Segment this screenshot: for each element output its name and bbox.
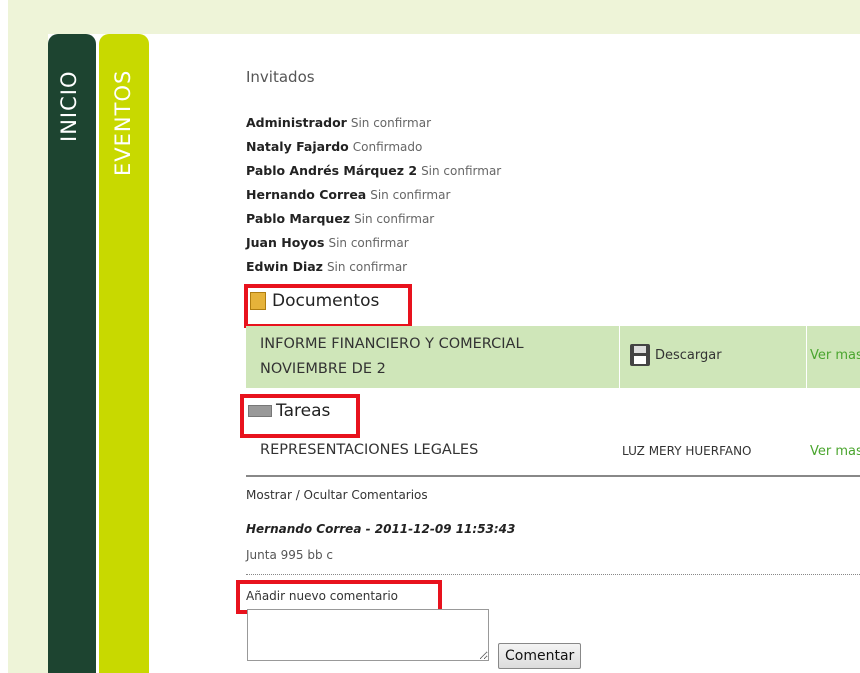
documents-heading: Documentos — [250, 291, 379, 311]
tasks-heading: Tareas — [248, 401, 330, 421]
tab-inicio-label[interactable]: INICIO — [57, 71, 81, 142]
document-title: INFORME FINANCIERO Y COMERCIAL NOVIEMBRE… — [260, 332, 610, 382]
tasks-heading-label: Tareas — [276, 401, 331, 421]
guest-item: Pablo Andrés Márquez 2 Sin confirmar — [246, 163, 501, 187]
task-title: REPRESENTACIONES LEGALES — [260, 442, 479, 458]
guest-item: Nataly Fajardo Confirmado — [246, 139, 501, 163]
guest-name: Administrador — [246, 115, 347, 130]
documents-heading-label: Documentos — [272, 291, 380, 311]
guest-status: Sin confirmar — [328, 236, 409, 250]
comment-author-date: Hernando Correa - 2011-12-09 11:53:43 — [246, 522, 516, 536]
guest-item: Pablo Marquez Sin confirmar — [246, 211, 501, 235]
guest-item: Juan Hoyos Sin confirmar — [246, 235, 501, 259]
folder-icon — [250, 292, 266, 310]
guest-status: Confirmado — [352, 140, 423, 154]
guest-name: Hernando Correa — [246, 187, 367, 202]
guest-name: Edwin Diaz — [246, 259, 323, 274]
guest-item: Hernando Correa Sin confirmar — [246, 187, 501, 211]
comment-textarea[interactable] — [247, 609, 489, 661]
guest-item: Administrador Sin confirmar — [246, 115, 501, 139]
document-more-link[interactable]: Ver mas — [810, 348, 860, 363]
guest-item: Edwin Diaz Sin confirmar — [246, 259, 501, 283]
guest-status: Sin confirmar — [354, 212, 435, 226]
comment-text: Junta 995 bb c — [246, 548, 333, 562]
guest-status: Sin confirmar — [326, 260, 408, 274]
task-icon — [248, 405, 272, 417]
guest-name: Juan Hoyos — [246, 235, 325, 250]
toggle-comments-link[interactable]: Mostrar / Ocultar Comentarios — [246, 488, 428, 502]
save-disk-icon — [630, 344, 650, 366]
task-more-link[interactable]: Ver mas — [810, 444, 860, 459]
document-title-line1: INFORME FINANCIERO Y COMERCIAL — [260, 336, 524, 352]
guest-list: Administrador Sin confirmar Nataly Fajar… — [246, 115, 501, 283]
left-margin — [8, 34, 48, 673]
column-divider — [806, 326, 807, 388]
task-assignee: LUZ MERY HUERFANO — [622, 444, 752, 458]
download-button[interactable]: Descargar — [630, 344, 722, 366]
add-comment-label: Añadir nuevo comentario — [246, 589, 399, 603]
guest-name: Pablo Marquez — [246, 211, 351, 226]
document-title-line2: NOVIEMBRE DE 2 — [260, 361, 386, 377]
tab-eventos-label[interactable]: EVENTOS — [111, 70, 135, 176]
guest-name: Pablo Andrés Márquez 2 — [246, 163, 418, 178]
guest-name: Nataly Fajardo — [246, 139, 349, 154]
download-label: Descargar — [655, 347, 722, 363]
comment-divider — [246, 574, 860, 575]
comment-submit-button[interactable]: Comentar — [498, 643, 582, 669]
guest-status: Sin confirmar — [350, 116, 432, 130]
top-banner — [8, 0, 860, 34]
guests-title: Invitados — [246, 68, 315, 86]
guest-status: Sin confirmar — [421, 164, 502, 178]
guest-status: Sin confirmar — [370, 188, 451, 202]
column-divider — [619, 326, 620, 388]
task-row: REPRESENTACIONES LEGALES LUZ MERY HUERFA… — [246, 437, 860, 477]
document-row: INFORME FINANCIERO Y COMERCIAL NOVIEMBRE… — [246, 326, 860, 388]
